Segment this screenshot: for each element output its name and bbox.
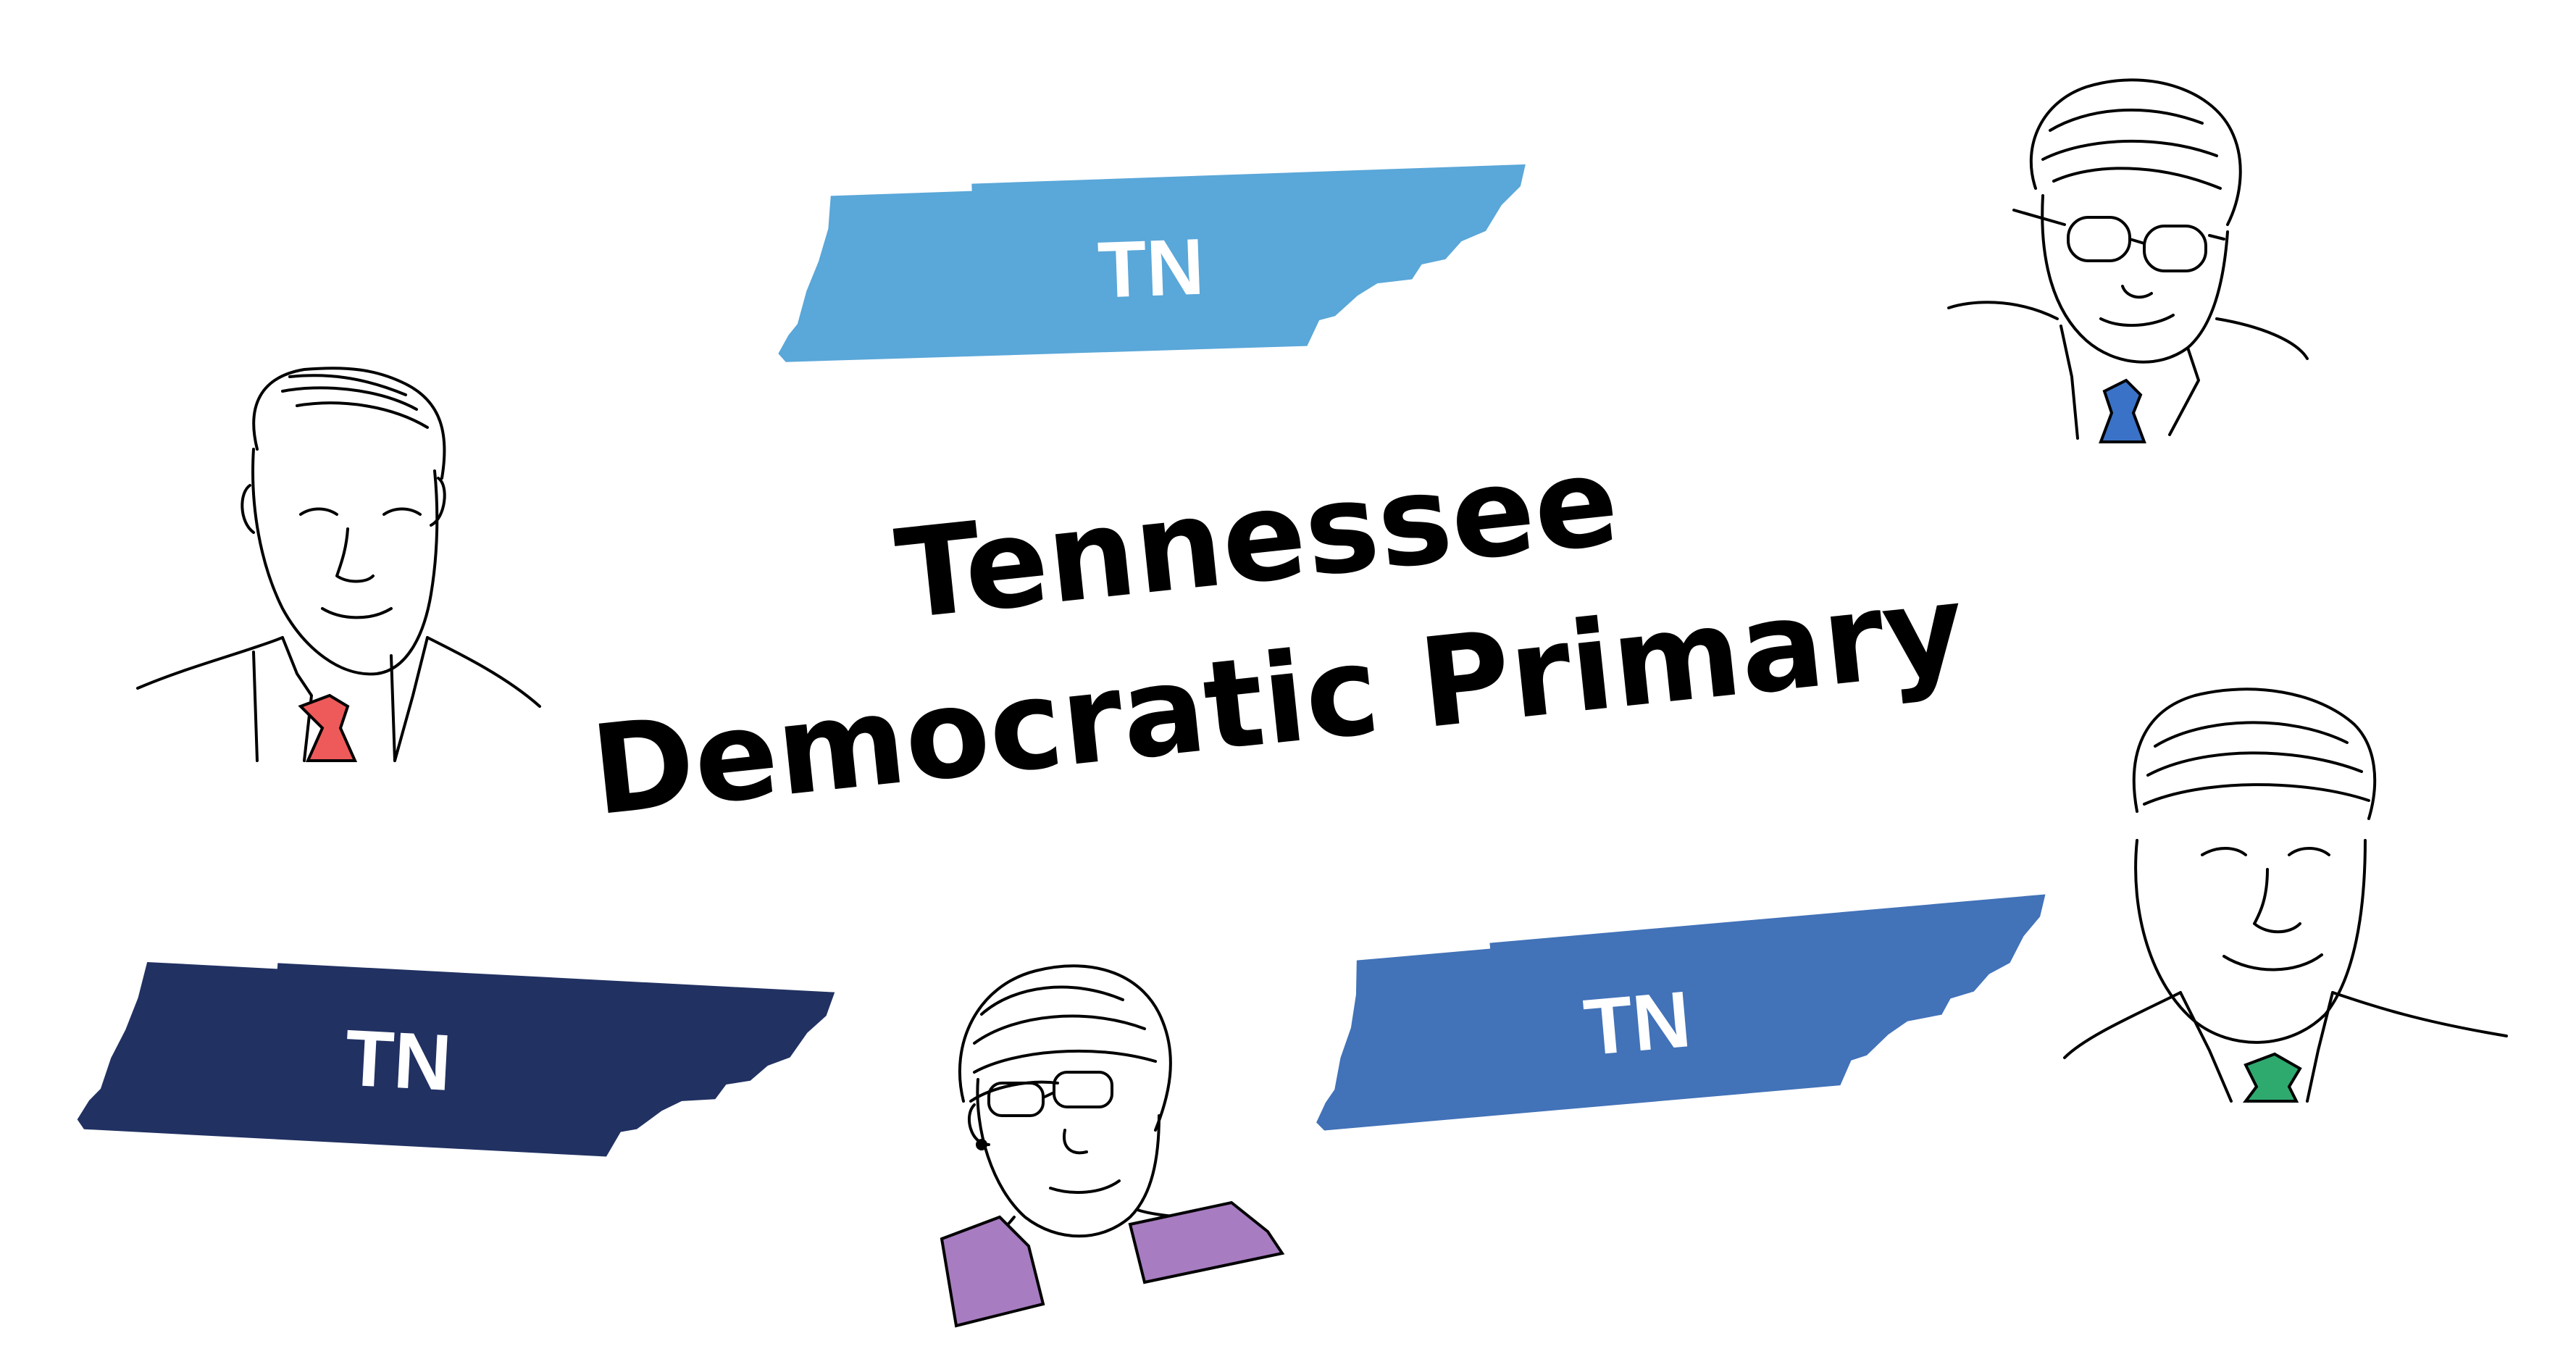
tie-icon: [2099, 378, 2146, 443]
tennessee-state-shape-top: TN: [778, 164, 1526, 362]
tie-icon: [2243, 1052, 2302, 1103]
portrait-woman-purple-jacket-icon: [940, 964, 1285, 1328]
portrait-green-tie-icon: [2063, 688, 2508, 1103]
state-abbreviation-label: TN: [1096, 222, 1205, 315]
state-abbreviation-label: TN: [1581, 974, 1694, 1072]
portrait-red-tie-icon: [136, 367, 541, 762]
tennessee-shape-icon: [77, 961, 835, 1157]
illustration-canvas: TN TN TN Tennessee Democratic Primary: [0, 0, 2576, 1354]
jacket-left-icon: [940, 1215, 1045, 1328]
tennessee-state-shape-bottom-right: TN: [1316, 894, 2046, 1131]
state-abbreviation-label: TN: [343, 1014, 453, 1108]
portrait-glasses-blue-tie-icon: [1947, 78, 2309, 443]
title-group: Tennessee Democratic Primary: [585, 430, 1971, 844]
illustration-svg: TN TN TN Tennessee Democratic Primary: [77, 78, 2508, 1328]
tennessee-state-shape-bottom-left: TN: [77, 961, 835, 1157]
